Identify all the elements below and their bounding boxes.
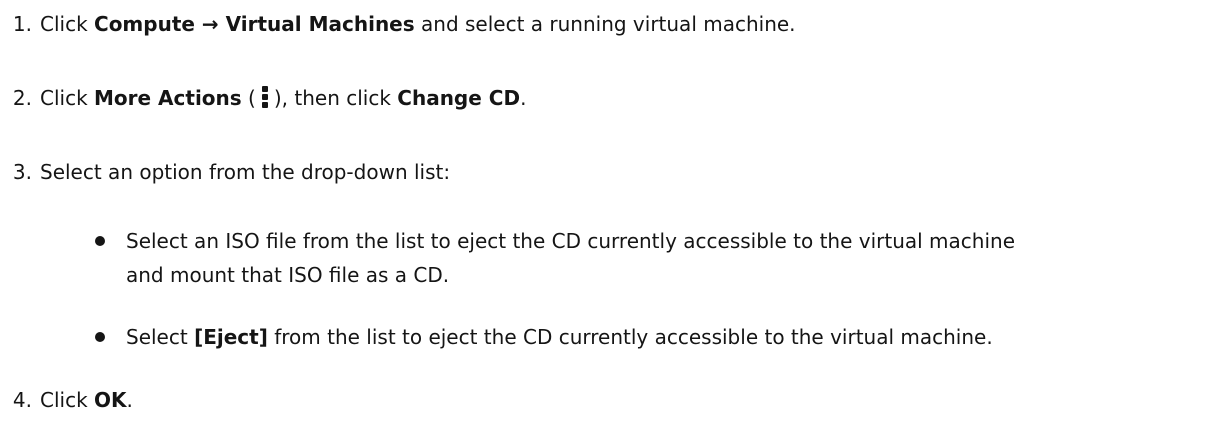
text: Click: [40, 388, 95, 412]
eject-label: [Eject]: [194, 325, 268, 349]
text: .: [126, 388, 133, 412]
step-number: 3.: [12, 160, 32, 184]
text: Select: [126, 325, 195, 349]
bullet-text: Select [Eject] from the list to eject th…: [126, 320, 993, 354]
text: .: [520, 86, 527, 110]
step-text: Click OK.: [40, 386, 133, 414]
text: Click: [40, 12, 95, 36]
step-text: Click Compute → Virtual Machines and sel…: [40, 10, 796, 38]
text: Click: [40, 86, 95, 110]
step-number: 2.: [12, 86, 32, 110]
more-actions-label: More Actions: [94, 86, 242, 110]
change-cd-label: Change CD: [397, 86, 521, 110]
step-number: 4.: [12, 388, 32, 412]
step-text: Click More Actions ( ), then click Change…: [40, 84, 526, 112]
step-number: 1.: [12, 12, 32, 36]
bullet-text: Select an ISO file from the list to ejec…: [126, 224, 1015, 292]
step-text: Select an option from the drop-down list…: [40, 160, 451, 184]
text: ), then click: [273, 86, 398, 110]
menu-path: Compute → Virtual Machines: [94, 12, 415, 36]
kebab-vertical-icon: [261, 85, 268, 108]
text: (: [241, 86, 256, 110]
ok-label: OK: [94, 388, 127, 412]
text: and select a running virtual machine.: [414, 12, 796, 36]
text-line: Select an ISO file from the list to ejec…: [126, 229, 1015, 253]
text-line: and mount that ISO file as a CD.: [126, 263, 450, 287]
text: from the list to eject the CD currently …: [267, 325, 993, 349]
bullet-icon: [95, 332, 105, 342]
bullet-icon: [95, 236, 105, 246]
